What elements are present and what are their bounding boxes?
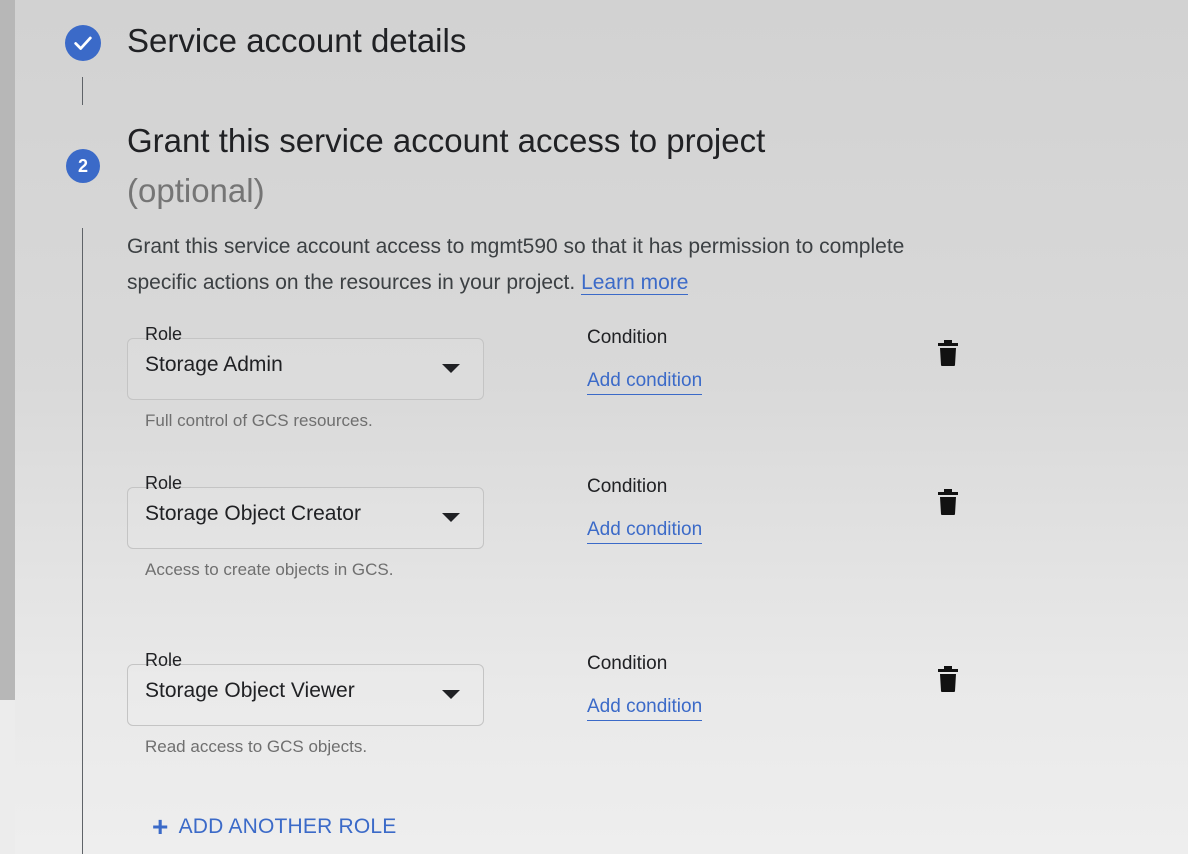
left-panel-edge-bottom [0,700,15,854]
add-condition-link[interactable]: Add condition [587,696,703,721]
left-panel-edge [0,0,15,700]
role-field-label: Role [145,650,183,670]
plus-icon: + [152,811,169,842]
step-2-optional-tag: (optional) [127,172,265,209]
dropdown-arrow-icon[interactable] [442,513,460,522]
add-another-role-label: ADD ANOTHER ROLE [178,815,397,838]
dropdown-arrow-icon[interactable] [442,690,460,699]
step-2-title: Grant this service account access to pro… [127,122,766,159]
delete-icon[interactable] [937,339,959,367]
role-description: Full control of GCS resources. [145,411,373,430]
description-text: Grant this service account access to mgm… [127,235,905,294]
condition-label: Condition [587,653,668,674]
check-icon [74,36,92,50]
role-selected-value: Storage Object Creator [145,502,361,525]
step-1-title[interactable]: Service account details [127,22,466,60]
role-selected-value: Storage Object Viewer [145,679,355,702]
add-condition-link[interactable]: Add condition [587,519,703,544]
stepper-connector [82,77,83,105]
condition-label: Condition [587,327,668,348]
role-field-label: Role [145,324,183,344]
delete-icon[interactable] [937,665,959,693]
step-2-description: Grant this service account access to mgm… [127,229,947,301]
role-description: Access to create objects in GCS. [145,560,394,579]
role-field-label: Role [145,473,183,493]
role-description: Read access to GCS objects. [145,737,368,756]
step-complete-badge [65,25,101,61]
role-selected-value: Storage Admin [145,353,283,376]
condition-label: Condition [587,476,668,497]
stepper-connector [82,228,83,854]
step-2-badge: 2 [66,149,100,183]
add-condition-link[interactable]: Add condition [587,370,703,395]
dropdown-arrow-icon[interactable] [442,364,460,373]
add-another-role-button[interactable]: + ADD ANOTHER ROLE [152,813,396,841]
delete-icon[interactable] [937,488,959,516]
learn-more-link[interactable]: Learn more [581,271,689,295]
